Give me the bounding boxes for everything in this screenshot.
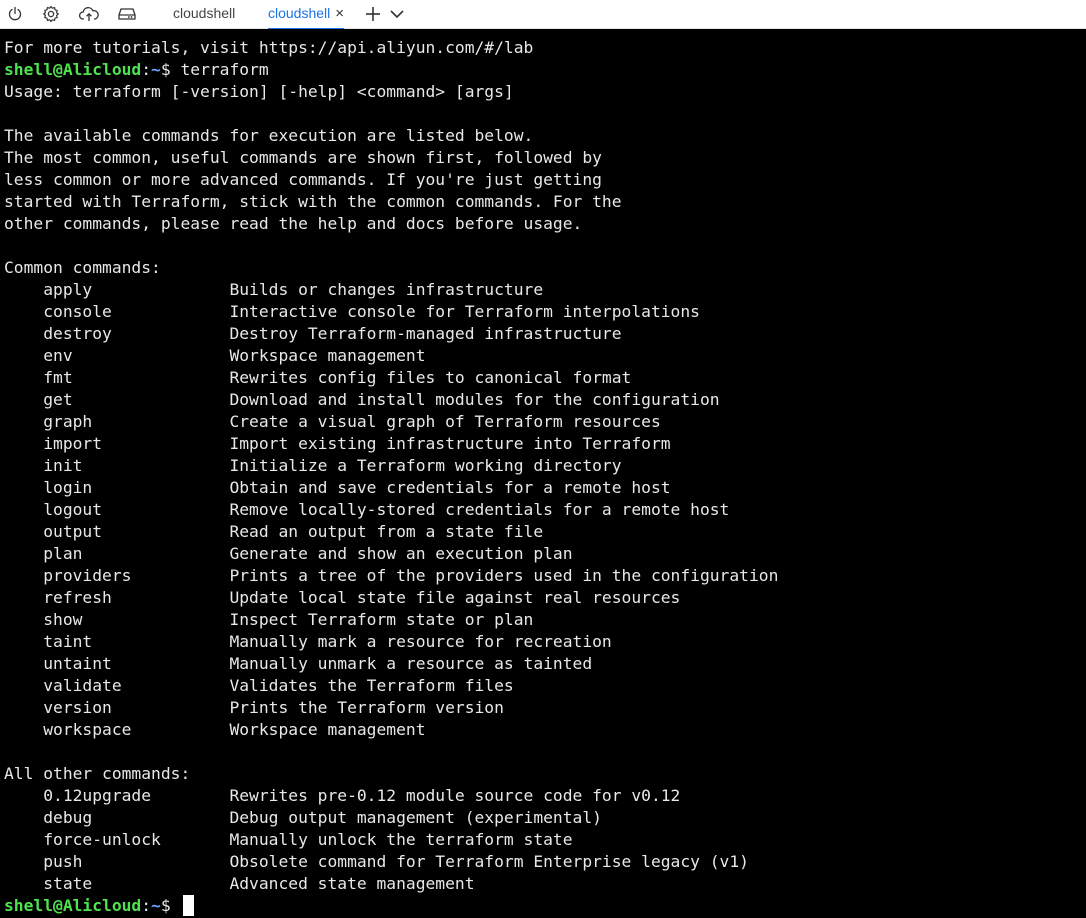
- command-row: console Interactive console for Terrafor…: [4, 302, 700, 321]
- command-row: graph Create a visual graph of Terraform…: [4, 412, 661, 431]
- terminal-line: The available commands for execution are…: [4, 126, 534, 145]
- command-row: get Download and install modules for the…: [4, 390, 720, 409]
- command-row: refresh Update local state file against …: [4, 588, 681, 607]
- power-icon[interactable]: [4, 4, 26, 24]
- terminal-line: The most common, useful commands are sho…: [4, 148, 602, 167]
- command-row: workspace Workspace management: [4, 720, 426, 739]
- terminal-line: less common or more advanced commands. I…: [4, 170, 602, 189]
- tab-cloudshell-1[interactable]: cloudshell: [173, 0, 235, 28]
- command-row: show Inspect Terraform state or plan: [4, 610, 534, 629]
- prompt-path: ~: [151, 60, 161, 79]
- command-row: init Initialize a Terraform working dire…: [4, 456, 622, 475]
- command-row: debug Debug output management (experimen…: [4, 808, 602, 827]
- command-row: providers Prints a tree of the providers…: [4, 566, 779, 585]
- section-heading: Common commands:: [4, 258, 161, 277]
- command-row: env Workspace management: [4, 346, 426, 365]
- command-row: state Advanced state management: [4, 874, 475, 893]
- command-row: apply Builds or changes infrastructure: [4, 280, 544, 299]
- cloud-upload-icon[interactable]: [78, 4, 100, 24]
- command-row: output Read an output from a state file: [4, 522, 544, 541]
- tab-cloudshell-2[interactable]: cloudshell ×: [268, 0, 345, 30]
- prompt-symbol: $: [160, 896, 181, 915]
- command-row: login Obtain and save credentials for a …: [4, 478, 671, 497]
- prompt-user: shell@Alicloud: [4, 60, 142, 79]
- gear-icon[interactable]: [40, 4, 62, 24]
- prompt-user: shell@Alicloud: [4, 896, 142, 915]
- command-row: import Import existing infrastructure in…: [4, 434, 671, 453]
- prompt-line: shell@Alicloud:~$ terraform: [4, 60, 269, 79]
- command-row: push Obsolete command for Terraform Ente…: [4, 852, 749, 871]
- toolbar: cloudshell cloudshell ×: [0, 0, 1086, 30]
- command-row: logout Remove locally-stored credentials…: [4, 500, 730, 519]
- command-row: force-unlock Manually unlock the terrafo…: [4, 830, 573, 849]
- command-row: taint Manually mark a resource for recre…: [4, 632, 612, 651]
- prompt-symbol: $: [160, 60, 181, 79]
- tab-label: cloudshell: [268, 5, 331, 21]
- command-row: destroy Destroy Terraform-managed infras…: [4, 324, 622, 343]
- prompt-line: shell@Alicloud:~$: [4, 895, 195, 917]
- command-text: terraform: [180, 60, 269, 79]
- terminal[interactable]: For more tutorials, visit https://api.al…: [0, 29, 1086, 918]
- command-row: validate Validates the Terraform files: [4, 676, 514, 695]
- command-row: plan Generate and show an execution plan: [4, 544, 573, 563]
- command-row: fmt Rewrites config files to canonical f…: [4, 368, 632, 387]
- section-heading: All other commands:: [4, 764, 191, 783]
- text-cursor: [183, 895, 195, 916]
- command-row: version Prints the Terraform version: [4, 698, 504, 717]
- add-tab-icon[interactable]: [362, 4, 384, 24]
- chevron-down-icon[interactable]: [386, 4, 408, 24]
- terminal-line: started with Terraform, stick with the c…: [4, 192, 622, 211]
- drive-icon[interactable]: [116, 4, 138, 24]
- terminal-line: For more tutorials, visit https://api.al…: [4, 38, 534, 57]
- terminal-line: Usage: terraform [-version] [-help] <com…: [4, 82, 514, 101]
- command-row: 0.12upgrade Rewrites pre-0.12 module sou…: [4, 786, 681, 805]
- tab-label: cloudshell: [173, 5, 236, 21]
- command-row: untaint Manually unmark a resource as ta…: [4, 654, 593, 673]
- prompt-path: ~: [151, 896, 161, 915]
- close-icon[interactable]: ×: [335, 1, 344, 27]
- terminal-line: other commands, please read the help and…: [4, 214, 583, 233]
